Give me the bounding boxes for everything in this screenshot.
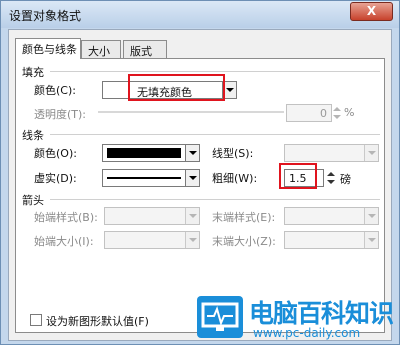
weight-spinner[interactable] — [326, 169, 336, 187]
spin-down-icon[interactable] — [333, 115, 341, 119]
end-style-dropdown[interactable] — [284, 207, 379, 225]
transparency-value: 0 — [320, 107, 327, 120]
tab-colors-lines[interactable]: 颜色与线条 — [15, 38, 81, 59]
weight-unit: 磅 — [340, 173, 351, 186]
dash-line-preview — [107, 177, 181, 179]
line-group-divider — [50, 134, 380, 135]
chevron-down-icon[interactable] — [364, 145, 378, 161]
arrows-group-title: 箭头 — [22, 194, 44, 207]
transparency-input[interactable]: 0 — [286, 104, 332, 122]
line-type-dropdown[interactable] — [284, 144, 379, 162]
begin-size-dropdown[interactable] — [104, 231, 200, 249]
spin-down-icon[interactable] — [327, 180, 335, 184]
line-color-label: 颜色(O): — [34, 147, 77, 160]
spin-up-icon[interactable] — [327, 172, 335, 176]
begin-style-label: 始端样式(B): — [34, 211, 98, 224]
chevron-down-icon[interactable] — [185, 208, 199, 224]
begin-style-dropdown[interactable] — [104, 207, 200, 225]
highlight-box-fill-color — [128, 74, 225, 101]
close-button[interactable]: X — [350, 2, 393, 21]
chevron-down-icon[interactable] — [185, 170, 199, 186]
transparency-unit: % — [344, 106, 355, 119]
chevron-down-icon[interactable] — [185, 232, 199, 248]
tab-size[interactable]: 大小 — [81, 40, 121, 58]
end-size-label: 末端大小(Z): — [212, 235, 276, 248]
end-style-label: 末端样式(E): — [212, 211, 276, 224]
spin-up-icon[interactable] — [333, 107, 341, 111]
arrows-group-divider — [50, 199, 380, 200]
chevron-down-icon[interactable] — [364, 232, 378, 248]
line-color-swatch — [107, 148, 181, 158]
chevron-down-icon[interactable] — [364, 208, 378, 224]
transparency-slider[interactable] — [98, 111, 284, 113]
fill-group-title: 填充 — [22, 66, 44, 79]
monitor-logo-icon — [197, 296, 243, 338]
begin-size-label: 始端大小(I): — [34, 235, 94, 248]
dash-label: 虚实(D): — [34, 172, 77, 185]
watermark-url: www.pc-daily.com — [253, 326, 361, 340]
default-checkbox[interactable] — [30, 314, 42, 326]
title-bar[interactable]: 设置对象格式 X — [1, 1, 399, 28]
transparency-label: 透明度(T): — [34, 108, 87, 121]
watermark-title: 电脑百科知识 — [249, 299, 394, 328]
fill-color-label: 颜色(C): — [34, 84, 76, 97]
line-group-title: 线条 — [22, 129, 44, 142]
default-checkbox-label[interactable]: 设为新图形默认值(F) — [46, 313, 149, 329]
highlight-box-weight — [279, 163, 317, 189]
line-type-label: 线型(S): — [212, 147, 254, 160]
watermark: 电脑百科知识 www.pc-daily.com — [195, 290, 400, 345]
fill-group-divider — [50, 71, 380, 72]
dialog-title: 设置对象格式 — [9, 9, 82, 23]
chevron-down-icon[interactable] — [185, 145, 199, 161]
end-size-dropdown[interactable] — [284, 231, 379, 249]
dash-dropdown[interactable] — [102, 169, 200, 187]
line-color-dropdown[interactable] — [102, 144, 200, 162]
weight-label: 粗细(W): — [212, 172, 258, 185]
transparency-spinner[interactable] — [332, 104, 342, 122]
tab-layout[interactable]: 版式 — [123, 40, 167, 58]
